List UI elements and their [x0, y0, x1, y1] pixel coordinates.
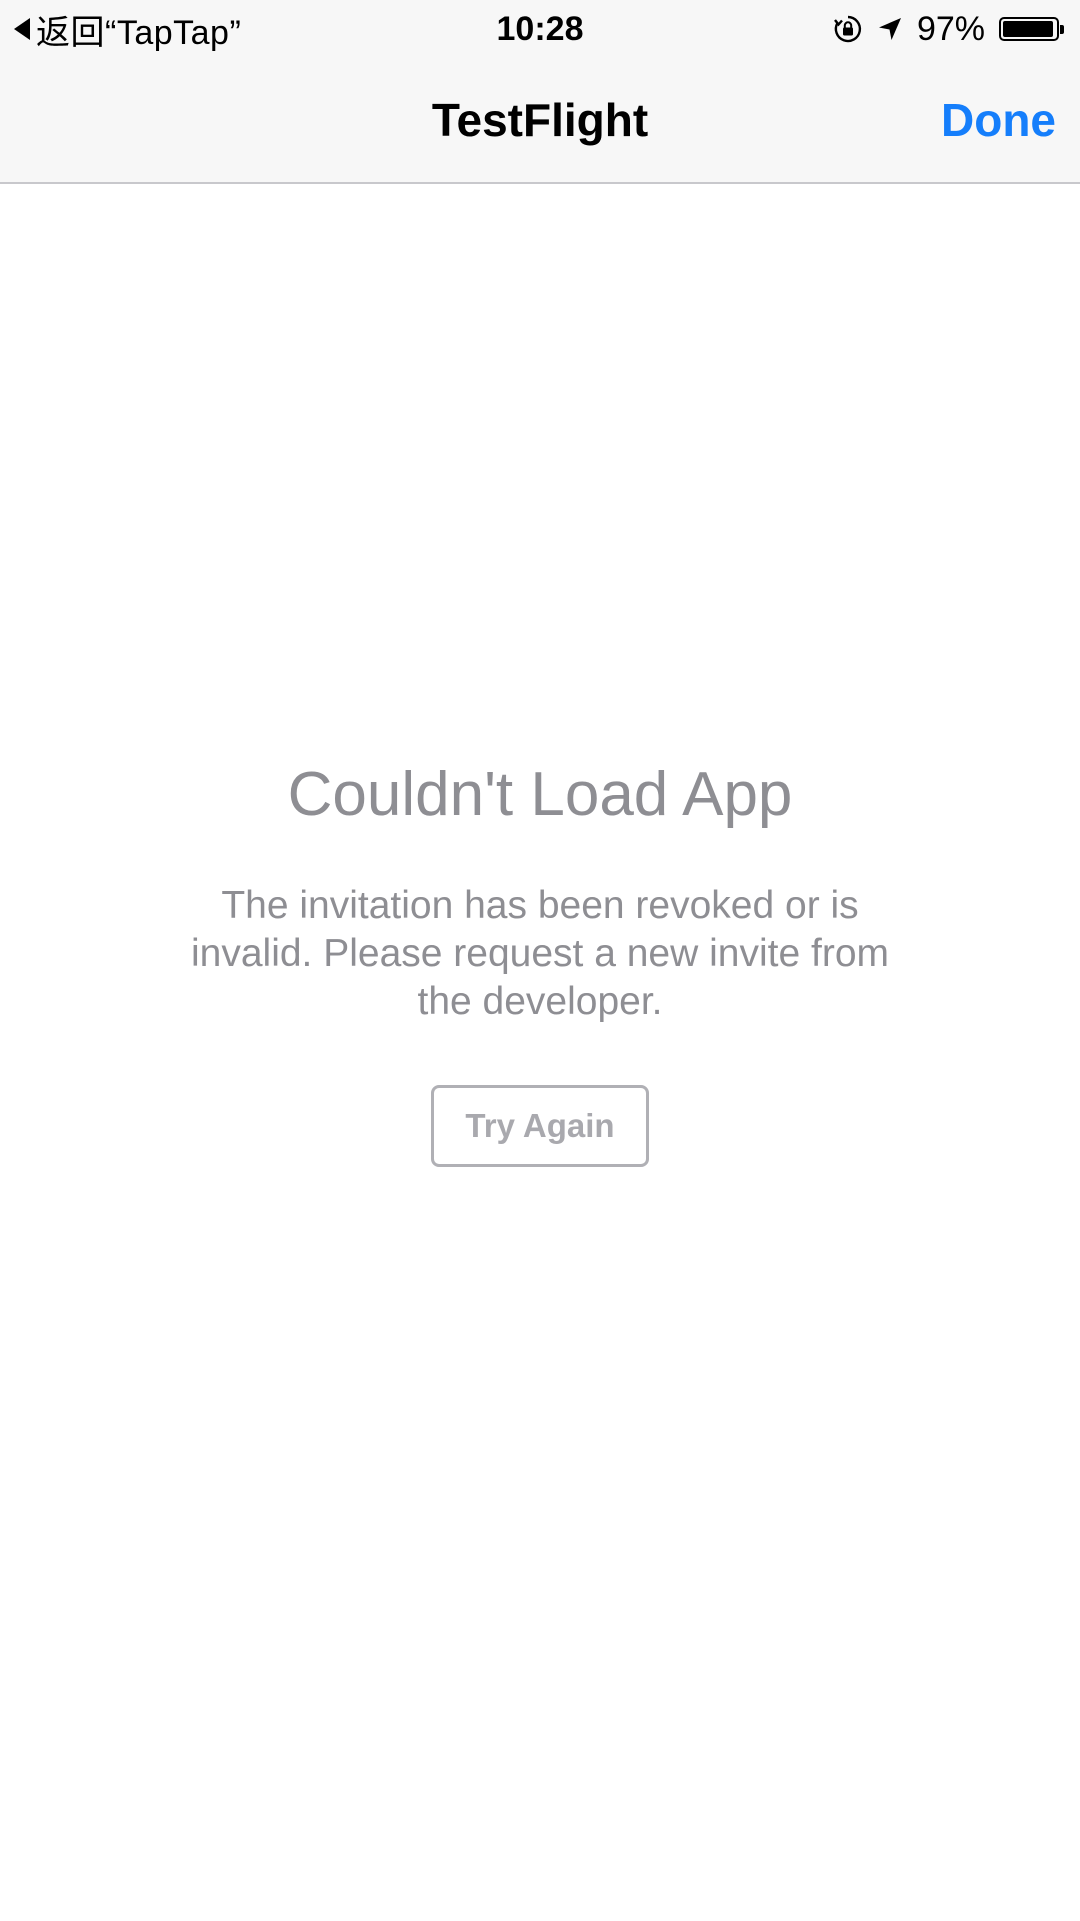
rotation-lock-icon [833, 14, 863, 44]
try-again-button[interactable]: Try Again [431, 1085, 649, 1167]
status-bar: 返回“TapTap” 10:28 97% [0, 0, 1080, 58]
error-title: Couldn't Load App [287, 760, 793, 829]
page-title: TestFlight [431, 94, 649, 146]
battery-icon [999, 17, 1064, 41]
battery-percent: 97% [916, 9, 985, 48]
status-indicators: 97% [819, 6, 1064, 52]
navigation-bar: TestFlight Done [0, 58, 1080, 184]
done-button[interactable]: Done [941, 58, 1056, 182]
testflight-screen: 返回“TapTap” 10:28 97% TestFlight Done Cou… [0, 0, 1080, 1921]
location-arrow-icon [877, 16, 903, 42]
battery-level-fill [1003, 21, 1054, 37]
error-message: The invitation has been revoked or is in… [190, 884, 890, 1023]
